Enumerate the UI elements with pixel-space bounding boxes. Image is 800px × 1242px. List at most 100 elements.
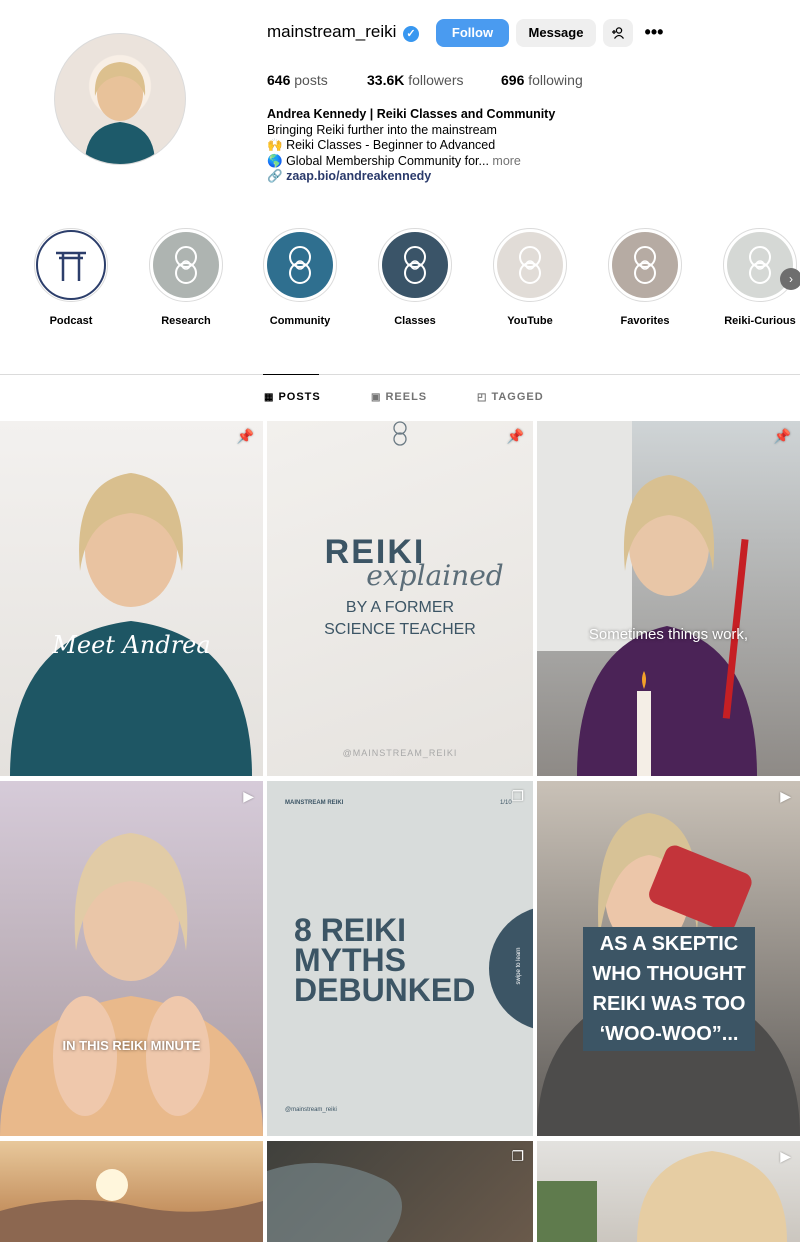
post-brand: MAINSTREAM REIKI: [285, 800, 344, 806]
avatar-portrait: [85, 62, 155, 164]
highlight-research[interactable]: Research: [147, 228, 225, 327]
raised-hands-icon: 🙌: [267, 138, 283, 152]
post-subtitle-2: SCIENCE TEACHER: [324, 621, 476, 638]
highlight-cover: [612, 232, 678, 298]
post-handle: @MAINSTREAM_REIKI: [342, 748, 458, 758]
tab-tagged[interactable]: ◰ TAGGED: [477, 391, 544, 403]
followers-count[interactable]: 33.6K followers: [367, 72, 464, 88]
post-photo: [537, 421, 757, 776]
tab-posts[interactable]: ▦ POSTS: [264, 391, 321, 403]
highlight-favorites[interactable]: Favorites: [606, 228, 684, 327]
followers-count-label: followers: [408, 72, 464, 88]
reiki-logo-icon: [749, 246, 771, 284]
highlight-classes[interactable]: Classes: [376, 228, 454, 327]
post-photo: [537, 1151, 787, 1242]
post-page-indicator: 1/10: [500, 800, 512, 806]
profile-avatar[interactable]: [54, 33, 186, 165]
post-tile[interactable]: [0, 1141, 263, 1242]
reiki-logo-icon: [289, 246, 311, 284]
carousel-icon: ❐: [511, 1148, 524, 1164]
profile-bio: Andrea Kennedy | Reiki Classes and Commu…: [267, 107, 555, 185]
post-tile[interactable]: ❐: [267, 1141, 533, 1242]
post-photo: [10, 473, 252, 776]
post-caption-line-4: ‘WOO-WOO”...: [599, 1023, 739, 1045]
reel-icon: ▶: [780, 1148, 791, 1164]
highlight-ring: [493, 228, 567, 302]
highlight-label: Podcast: [49, 315, 93, 327]
highlights-next-arrow-icon[interactable]: ›: [780, 268, 800, 290]
post-caption-text: Sometimes things work,: [588, 626, 749, 643]
post-tile[interactable]: AS A SKEPTIC WHO THOUGHT REIKI WAS TOO ‘…: [537, 781, 800, 1136]
follow-button[interactable]: Follow: [436, 19, 509, 47]
bio-line-2: Reiki Classes - Beginner to Advanced: [286, 138, 496, 152]
posts-count: 646 posts: [267, 72, 328, 88]
more-options-icon[interactable]: •••: [643, 22, 665, 44]
highlight-youtube[interactable]: YouTube: [491, 228, 569, 327]
reiki-logo-icon: [634, 246, 656, 284]
bio-more-link[interactable]: more: [492, 154, 520, 168]
highlight-cover: [267, 232, 333, 298]
pin-icon: 📌: [506, 428, 524, 444]
highlight-label: Classes: [394, 315, 436, 327]
following-count[interactable]: 696 following: [501, 72, 583, 88]
bio-line-1: Bringing Reiki further into the mainstre…: [267, 122, 497, 137]
bio-link-row[interactable]: 🔗 zaap.bio/andreakennedy: [267, 169, 555, 185]
post-tile[interactable]: IN THIS REIKI MINUTE ▶: [0, 781, 263, 1136]
add-user-icon: [612, 27, 625, 39]
globe-icon: 🌎: [267, 153, 283, 168]
post-tile[interactable]: MAINSTREAM REIKI 1/10 8 REIKI MYTHS DEBU…: [267, 781, 533, 1136]
reel-icon: ▶: [780, 788, 791, 804]
highlight-cover: [36, 230, 106, 300]
post-headline-line-1: 8 REIKI: [294, 912, 407, 948]
highlight-cover: [153, 232, 219, 298]
following-count-label: following: [528, 72, 583, 88]
post-caption-line-2: WHO THOUGHT: [592, 963, 746, 985]
highlight-cover: [382, 232, 448, 298]
highlight-label: Favorites: [620, 315, 670, 327]
highlight-ring: [263, 228, 337, 302]
post-caption-line-1: AS A SKEPTIC: [599, 933, 739, 955]
post-photo: [0, 833, 263, 1136]
post-tile[interactable]: REIKI explained BY A FORMER SCIENCE TEAC…: [267, 421, 533, 776]
reiki-logo-icon: [393, 421, 407, 446]
reiki-logo-icon: [519, 246, 541, 284]
torii-gate-icon: [56, 251, 86, 281]
link-icon: 🔗: [267, 169, 283, 183]
highlight-podcast[interactable]: Podcast: [32, 228, 110, 327]
highlight-label: Reiki-Curious: [724, 315, 796, 327]
bio-name: Andrea Kennedy | Reiki Classes and Commu…: [267, 107, 556, 121]
bio-line-3: Global Membership Community for...: [286, 153, 489, 168]
bio-line-3-row: 🌎 Global Membership Community for... mor…: [267, 154, 555, 170]
tab-posts-label: POSTS: [278, 391, 321, 403]
tabs-divider: [0, 374, 800, 375]
post-tile[interactable]: Meet Andrea 📌: [0, 421, 263, 776]
highlight-cover: [497, 232, 563, 298]
reels-icon: ▣: [371, 392, 382, 403]
highlight-ring: [608, 228, 682, 302]
grid-icon: ▦: [264, 392, 275, 403]
highlight-community[interactable]: Community: [261, 228, 339, 327]
highlight-label: Research: [161, 315, 211, 327]
post-caption-text: Meet Andrea: [52, 631, 211, 659]
suggest-user-button[interactable]: [603, 19, 633, 47]
post-tile[interactable]: Sometimes things work, 📌: [537, 421, 800, 776]
post-photo: [267, 1163, 402, 1242]
post-tile[interactable]: ▶: [537, 1141, 800, 1242]
bio-link[interactable]: zaap.bio/andreakennedy: [286, 169, 431, 183]
post-handle: @mainstream_reiki: [285, 1107, 337, 1113]
message-button[interactable]: Message: [516, 19, 596, 47]
post-caption-box: AS A SKEPTIC WHO THOUGHT REIKI WAS TOO ‘…: [583, 927, 755, 1051]
highlight-ring: [149, 228, 223, 302]
post-caption-line-3: REIKI WAS TOO: [592, 993, 746, 1015]
post-caption-text: IN THIS REIKI MINUTE: [62, 1038, 201, 1053]
followers-count-value: 33.6K: [367, 72, 405, 88]
following-count-value: 696: [501, 72, 525, 88]
tab-reels-label: REELS: [385, 391, 428, 403]
tab-reels[interactable]: ▣ REELS: [371, 391, 427, 403]
swipe-hint: swipe to learn: [516, 947, 522, 985]
post-photo: [0, 1169, 263, 1242]
swipe-tab: [489, 906, 533, 1031]
post-headline: 8 REIKI MYTHS DEBUNKED: [294, 912, 475, 1006]
post-subtitle-1: BY A FORMER: [345, 599, 455, 616]
active-tab-indicator: [263, 374, 319, 375]
